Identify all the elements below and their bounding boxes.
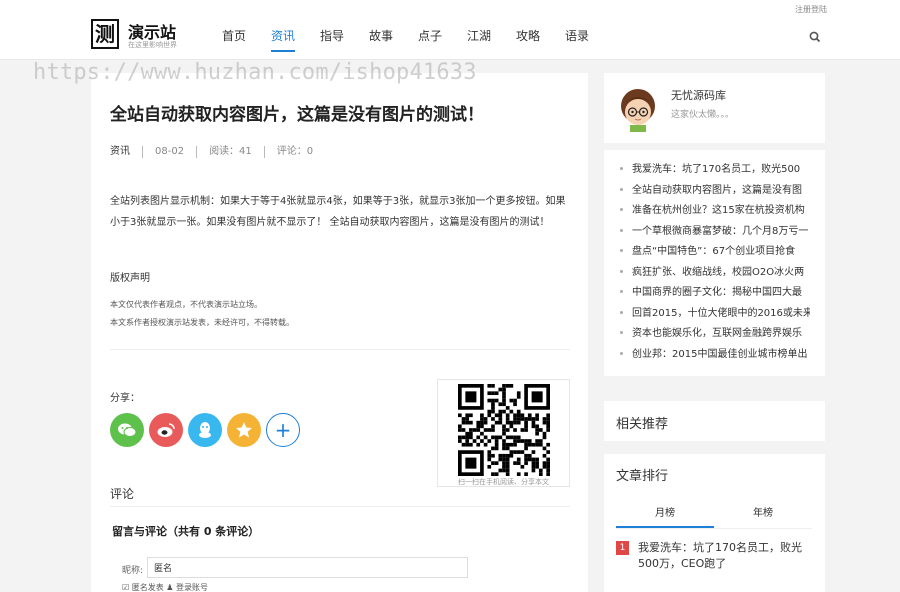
search-icon[interactable] [808, 30, 822, 44]
main-nav: 首页 资讯 指导 故事 点子 江湖 攻略 语录 [222, 27, 614, 57]
related-title: 相关推荐 [616, 417, 669, 432]
logo-mark: 测 [91, 19, 119, 49]
ranking-section: 文章排行 月榜 年榜 1 我爱洗车：坑了170名员工，败光500万，CEO跑了 [604, 454, 825, 592]
nav-item-jianghu[interactable]: 江湖 [467, 27, 516, 57]
list-item[interactable]: 盘点“中国特色”：67个创业项目抢食 [604, 242, 810, 263]
anonymous-checkbox-icon[interactable]: ☑ [122, 583, 129, 592]
article-card: 全站自动获取内容图片，这篇是没有图片的测试！ 资讯 08-02 阅读：41 评论… [91, 73, 588, 592]
author-bio: 这家伙太懒。。。 [671, 110, 735, 120]
meta-date: 08-02 [142, 146, 196, 158]
nav-item-tips[interactable]: 攻略 [516, 27, 565, 57]
divider [110, 506, 570, 507]
tab-yearly[interactable]: 年榜 [714, 502, 812, 528]
qzone-icon[interactable] [227, 413, 261, 447]
list-item[interactable]: 回首2015，十位大佬眼中的2016或未来 [604, 304, 810, 325]
nav-item-ideas[interactable]: 点子 [418, 27, 467, 57]
copyright-title: 版权声明 [110, 273, 150, 284]
qr-code-icon [458, 384, 550, 476]
site-logo[interactable]: 测 演示站 在这里影响世界 [91, 19, 191, 53]
meta-category[interactable]: 资讯 [110, 146, 142, 158]
nav-item-guide[interactable]: 指导 [320, 27, 369, 57]
weibo-icon[interactable] [149, 413, 183, 447]
qr-caption: 扫一扫在手机阅读、分享本文 [458, 478, 549, 486]
list-item[interactable]: 中国商界的圈子文化：揭秘中国四大最 [604, 283, 810, 304]
qq-icon[interactable] [188, 413, 222, 447]
list-item[interactable]: 准备在杭州创业？这15家在杭投资机构 [604, 201, 810, 222]
copyright-line: 本文系作者授权演示站发表，未经许可，不得转载。 [110, 318, 294, 327]
author-name[interactable]: 无忧源码库 [671, 87, 726, 103]
ranking-title: 文章排行 [616, 469, 669, 484]
nav-item-news[interactable]: 资讯 [271, 27, 320, 57]
rank-title[interactable]: 我爱洗车：坑了170名员工，败光500万，CEO跑了 [638, 540, 818, 572]
wechat-icon[interactable] [110, 413, 144, 447]
share-buttons: + [110, 413, 305, 447]
rank-number: 1 [616, 541, 629, 555]
qr-code-box: 扫一扫在手机阅读、分享本文 [437, 379, 570, 487]
comment-count-title: 留言与评论（共有 0 条评论） [112, 525, 260, 538]
share-label: 分享： [110, 393, 140, 404]
logo-slogan: 在这里影响世界 [128, 41, 177, 49]
list-item[interactable]: 疯狂扩张、收缩战线，校园O2O冰火两 [604, 263, 810, 284]
nav-item-quotes[interactable]: 语录 [565, 27, 614, 57]
list-item[interactable]: 我爱洗车：坑了170名员工，败光500 [604, 160, 810, 181]
list-item[interactable]: 一个草根微商暴富梦破：几个月8万亏一 [604, 222, 810, 243]
list-item[interactable]: 全站自动获取内容图片，这篇是没有图 [604, 181, 810, 202]
list-item[interactable]: 资本也能娱乐化，互联网金融跨界娱乐 [604, 324, 810, 345]
nickname-label: 昵称: [122, 566, 144, 576]
nav-item-home[interactable]: 首页 [222, 27, 271, 57]
meta-comments: 评论：0 [263, 146, 325, 158]
nav-item-stories[interactable]: 故事 [369, 27, 418, 57]
copyright-line: 本文仅代表作者观点，不代表演示站立场。 [110, 300, 262, 309]
comment-heading: 评论 [110, 487, 135, 501]
article-body: 全站列表图片显示机制：如果大于等于4张就显示4张，如果等于3张，就显示3张加一个… [110, 196, 566, 228]
avatar [621, 89, 655, 132]
anonymous-option[interactable]: ☑ 匿名发表 ♟ 登录账号 [122, 582, 208, 592]
register-login-link[interactable]: 注册登陆 [795, 4, 827, 15]
related-section: 相关推荐 [604, 401, 825, 441]
tab-monthly[interactable]: 月榜 [616, 502, 714, 528]
ranking-tabs: 月榜 年榜 [616, 502, 812, 529]
divider [110, 349, 570, 350]
list-item[interactable]: 创业邦：2015中国最佳创业城市榜单出 [604, 345, 810, 366]
anonymous-label: 匿名发表 ♟ 登录账号 [131, 583, 208, 592]
author-profile: 无忧源码库 这家伙太懒。。。 [604, 73, 825, 143]
plus-icon[interactable]: + [266, 413, 300, 447]
article-meta: 资讯 08-02 阅读：41 评论：0 [110, 146, 325, 158]
article-title: 全站自动获取内容图片，这篇是没有图片的测试！ [110, 105, 484, 125]
latest-articles: 我爱洗车：坑了170名员工，败光500 全站自动获取内容图片，这篇是没有图 准备… [604, 150, 825, 376]
top-header: 注册登陆 测 演示站 在这里影响世界 首页 资讯 指导 故事 点子 江湖 攻略 … [0, 0, 900, 60]
meta-views: 阅读：41 [196, 146, 264, 158]
nickname-input[interactable] [147, 557, 468, 578]
